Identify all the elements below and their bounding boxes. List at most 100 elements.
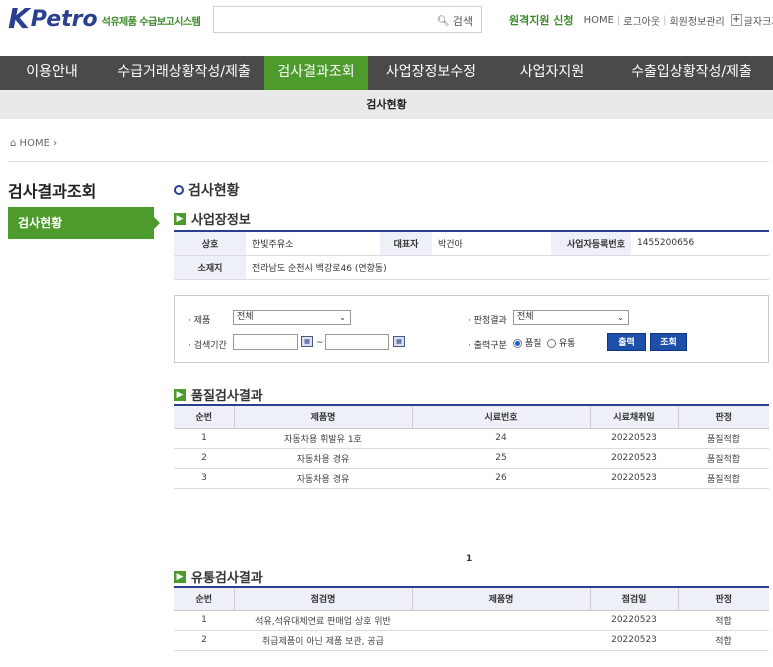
radio-distribution[interactable]: 유통 [547, 336, 575, 349]
cell-check-date: 20220523 [590, 610, 678, 631]
business-info-table: 상호 한빛주유소 대표자 박건아 사업자등록번호 1455200656 소재지 … [174, 230, 769, 280]
date-from-input[interactable] [233, 334, 298, 350]
member-info-link[interactable]: 회원정보관리 [669, 13, 724, 28]
arrow-box-icon: ▶ [174, 212, 186, 225]
nav-item-guide[interactable]: 이용안내 [0, 56, 104, 90]
section-title-business: ▶ 사업장정보 [174, 209, 251, 228]
cell-sample-date: 20220523 [590, 468, 678, 489]
cell-result: 품질적합 [678, 448, 769, 469]
top-links: 원격지원 신청 HOME | 로그아웃 | 회원정보관리 + 글자크기 − [509, 12, 773, 28]
table-row[interactable]: 1 석유,석유대체연료 판매업 상호 위반 20220523 적합 [174, 610, 769, 631]
divider: | [663, 14, 667, 26]
column-header: 순번 [174, 587, 234, 611]
section-title-distribution: ▶ 유통검사결과 [174, 567, 263, 586]
label-rep: 대표자 [380, 231, 432, 256]
nav-item-business-support[interactable]: 사업자지원 [494, 56, 610, 90]
table-row[interactable]: 2 자동차용 경유 25 20220523 품질적합 [174, 448, 769, 469]
nav-item-business-info[interactable]: 사업장정보수정 [368, 56, 494, 90]
header: K Petro 석유제품 수급보고시스템 🔍︎ 검색 원격지원 신청 HOME … [0, 0, 773, 46]
result-select[interactable]: 전체 ⌄ [513, 310, 629, 325]
breadcrumb-chevron-icon: › [53, 138, 58, 149]
side-title: 검사결과조회 [8, 182, 97, 201]
column-header: 제품명 [233, 405, 412, 429]
calendar-icon[interactable]: ▦ [393, 336, 405, 347]
radio-unchecked-icon [547, 339, 556, 348]
value-rep: 박건아 [432, 231, 551, 256]
cell-product: 자동차용 휘발유 1호 [234, 428, 412, 449]
value-name: 한빛주유소 [246, 231, 380, 256]
font-size-label: 글자크기 [743, 16, 773, 28]
nav-item-supply-report[interactable]: 수급거래상황작성/제출 [104, 56, 264, 90]
cell-product: 자동차용 경유 [234, 448, 412, 469]
home-icon: ⌂ [10, 138, 17, 149]
logo-k: K [8, 2, 30, 35]
pagination-current[interactable]: 1 [466, 554, 472, 564]
cell-result: 품질적합 [678, 428, 769, 449]
table-row[interactable]: 1 자동차용 휘발유 1호 24 20220523 품질적합 [174, 428, 769, 449]
value-reg-no: 1455200656 [631, 231, 769, 256]
label-name: 상호 [174, 231, 246, 256]
cell-product [412, 610, 590, 631]
product-select[interactable]: 전체 ⌄ [233, 310, 351, 325]
page-title: 검사현황 [174, 180, 240, 200]
remote-support-link[interactable]: 원격지원 신청 [509, 12, 574, 28]
breadcrumb: ⌂ HOME › [10, 138, 57, 149]
circle-bullet-icon [174, 185, 184, 195]
result-select-value: 전체 [517, 312, 534, 322]
column-header: 순번 [174, 405, 234, 429]
radio-quality-label: 품질 [524, 339, 542, 349]
quality-results-table: 순번 제품명 시료번호 시료채취일 판정 1 자동차용 휘발유 1호 24 20… [174, 404, 769, 489]
logo-petro: Petro [30, 7, 98, 32]
product-select-value: 전체 [237, 312, 254, 322]
print-button[interactable]: 출력 [607, 333, 646, 351]
cell-sample-no: 25 [412, 448, 590, 469]
search-button[interactable]: 🔍︎ 검색 [437, 13, 473, 29]
logo-subtitle: 석유제품 수급보고시스템 [101, 17, 201, 28]
home-link[interactable]: HOME [584, 15, 614, 26]
label-address: 소재지 [174, 255, 246, 280]
table-row[interactable]: 2 취급제품이 아닌 제품 보관, 공급 20220523 적합 [174, 630, 769, 651]
subnav-item-inspection-status[interactable]: 검사현황 [366, 98, 406, 111]
output-label: · 출력구분 [468, 341, 507, 351]
kpetro-logo[interactable]: K Petro 석유제품 수급보고시스템 [8, 2, 201, 35]
cell-result: 품질적합 [678, 468, 769, 489]
column-header: 판정 [677, 405, 769, 429]
cell-check-date: 20220523 [590, 630, 678, 651]
cell-sample-no: 26 [412, 468, 590, 489]
section-title-text: 사업장정보 [191, 213, 251, 228]
result-label: · 판정결과 [468, 316, 507, 326]
breadcrumb-home[interactable]: HOME [20, 138, 50, 149]
font-increase-button[interactable]: + [730, 14, 742, 26]
logout-link[interactable]: 로그아웃 [623, 13, 660, 28]
cell-check-name: 취급제품이 아닌 제품 보관, 공급 [234, 630, 412, 651]
search-icon: 🔍︎ [437, 15, 450, 27]
radio-distribution-label: 유통 [558, 339, 576, 349]
calendar-icon[interactable]: ▦ [301, 336, 313, 347]
date-to-input[interactable] [325, 334, 389, 350]
search-button[interactable]: 조회 [650, 333, 687, 351]
divider [8, 161, 769, 162]
nav-item-inspection-results[interactable]: 검사결과조회 [264, 56, 368, 90]
period-label: · 검색기간 [188, 341, 227, 351]
main-nav: 이용안내 수급거래상황작성/제출 검사결과조회 사업장정보수정 사업자지원 수출… [0, 56, 773, 90]
cell-sample-date: 20220523 [590, 448, 678, 469]
nav-item-import-export[interactable]: 수출입상황작성/제출 [610, 56, 773, 90]
cell-product [412, 630, 590, 651]
cell-check-name: 석유,석유대체연료 판매업 상호 위반 [234, 610, 412, 631]
arrow-box-icon: ▶ [174, 388, 186, 401]
value-address: 전라남도 순천시 백강로46 (연향동) [246, 255, 769, 280]
side-item-inspection-status[interactable]: 검사현황 [8, 207, 160, 239]
cell-no: 1 [174, 428, 234, 449]
column-header: 시료채취일 [589, 405, 678, 429]
column-header: 점검일 [589, 587, 678, 611]
section-title-quality: ▶ 품질검사결과 [174, 385, 263, 404]
table-row[interactable]: 3 자동차용 경유 26 20220523 품질적합 [174, 468, 769, 489]
search-filter-panel: · 제품 전체 ⌄ · 판정결과 전체 ⌄ · 검색기간 ▦ ~ ▦ · 출력구… [174, 295, 769, 363]
column-header: 판정 [677, 587, 769, 611]
cell-no: 2 [174, 630, 234, 651]
search-input[interactable]: 🔍︎ 검색 [213, 6, 482, 33]
radio-quality[interactable]: 품질 [513, 336, 541, 349]
tilde: ~ [316, 338, 324, 348]
section-title-text: 품질검사결과 [191, 389, 263, 404]
cell-no: 2 [174, 448, 234, 469]
